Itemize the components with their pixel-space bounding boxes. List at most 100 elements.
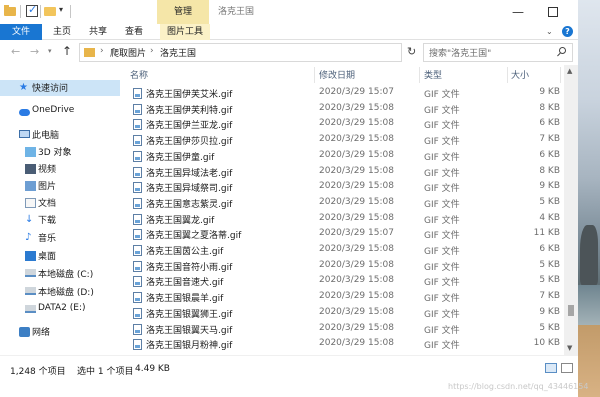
refresh-icon[interactable]: ↻ — [407, 45, 416, 58]
large-icons-view-icon[interactable] — [561, 363, 573, 373]
tab-picture-tools[interactable]: 图片工具 — [160, 24, 210, 40]
file-name: 洛克王国银月粉神.gif — [146, 341, 233, 352]
table-row[interactable]: 洛克王国伊芙艾米.gif 2020/3/29 15:07 GIF 文件 9 KB — [122, 86, 564, 102]
file-type: GIF 文件 — [424, 121, 460, 132]
network-icon — [19, 327, 30, 337]
table-row[interactable]: 洛克王国伊莎贝拉.gif 2020/3/29 15:08 GIF 文件 7 KB — [122, 133, 564, 149]
file-size: 9 KB — [539, 181, 560, 192]
column-divider[interactable] — [507, 67, 508, 83]
sidebar-item-3d-objects[interactable]: 3D 对象 — [0, 144, 120, 160]
scrollbar-thumb[interactable] — [568, 305, 574, 316]
sidebar-item-drive-d[interactable]: 本地磁盘 (D:) — [0, 284, 120, 300]
file-name: 洛克王国伊莎贝拉.gif — [146, 137, 233, 148]
column-header-size[interactable]: 大小 — [511, 68, 529, 84]
table-row[interactable]: 洛克王国伊芙利特.gif 2020/3/29 15:08 GIF 文件 8 KB — [122, 102, 564, 118]
address-bar[interactable]: › 爬取图片 › 洛克王国 ▾ — [79, 43, 457, 62]
column-divider[interactable] — [419, 67, 420, 83]
table-row[interactable]: 洛克王国银翼天马.gif 2020/3/29 15:08 GIF 文件 5 KB — [122, 322, 564, 338]
tab-home[interactable]: 主页 — [53, 24, 71, 40]
breadcrumb-chevron-icon[interactable]: › — [150, 46, 154, 56]
sidebar-item-desktop[interactable]: 桌面 — [0, 248, 120, 264]
table-row[interactable]: 洛克王国意志紫灵.gif 2020/3/29 15:08 GIF 文件 5 KB — [122, 196, 564, 212]
tab-file[interactable]: 文件 — [0, 24, 42, 40]
sidebar-item-label: DATA2 (E:) — [38, 303, 86, 313]
sidebar-item-drive-c[interactable]: 本地磁盘 (C:) — [0, 266, 120, 282]
file-name: 洛克王国银晨羊.gif — [146, 294, 224, 305]
file-size: 8 KB — [539, 165, 560, 176]
table-row[interactable]: 洛克王国异域祭司.gif 2020/3/29 15:08 GIF 文件 9 KB — [122, 180, 564, 196]
sidebar-item-network[interactable]: 网络 — [0, 324, 120, 340]
table-row[interactable]: 洛克王国伊童.gif 2020/3/29 15:08 GIF 文件 6 KB — [122, 149, 564, 165]
search-input[interactable]: 搜索"洛克王国" — [423, 43, 573, 62]
file-type: GIF 文件 — [424, 184, 460, 195]
file-date: 2020/3/29 15:08 — [319, 196, 394, 207]
sidebar-item-label: 音乐 — [38, 234, 57, 244]
sidebar-item-videos[interactable]: 视频 — [0, 161, 120, 177]
selection-size: 4.49 KB — [135, 364, 170, 374]
sidebar-item-drive-e[interactable]: DATA2 (E:) — [0, 302, 120, 318]
breadcrumb-segment[interactable]: 爬取图片 — [110, 46, 146, 59]
forward-arrow-icon[interactable]: → — [30, 45, 39, 58]
column-header-date[interactable]: 修改日期 — [319, 68, 355, 84]
column-divider[interactable] — [314, 67, 315, 83]
table-row[interactable]: 洛克王国伊兰亚龙.gif 2020/3/29 15:08 GIF 文件 6 KB — [122, 117, 564, 133]
file-size: 10 KB — [533, 338, 560, 349]
file-size: 11 KB — [533, 228, 560, 239]
vertical-scrollbar[interactable]: ▲ ▼ — [564, 65, 578, 355]
file-name: 洛克王国意志紫灵.gif — [146, 199, 233, 210]
new-folder-icon[interactable] — [44, 5, 56, 17]
file-size: 6 KB — [539, 244, 560, 254]
file-size: 5 KB — [539, 196, 560, 207]
minimize-button[interactable]: — — [501, 0, 535, 24]
back-arrow-icon[interactable]: ← — [11, 45, 20, 58]
file-name: 洛克王国伊兰亚龙.gif — [146, 121, 233, 132]
file-date: 2020/3/29 15:07 — [319, 87, 394, 97]
table-row[interactable]: 洛克王国银晨羊.gif 2020/3/29 15:08 GIF 文件 7 KB — [122, 290, 564, 306]
breadcrumb-segment[interactable]: 洛克王国 — [160, 46, 196, 59]
recent-locations-chevron-icon[interactable]: ▾ — [48, 47, 52, 55]
tab-share[interactable]: 共享 — [89, 24, 107, 40]
table-row[interactable]: 洛克王国银翼狮王.gif 2020/3/29 15:08 GIF 文件 9 KB — [122, 306, 564, 322]
column-header-name[interactable]: 名称 — [130, 68, 148, 84]
expand-ribbon-chevron-icon[interactable]: ⌄ — [546, 27, 553, 36]
sidebar-item-this-pc[interactable]: 此电脑 — [0, 127, 120, 143]
sidebar-item-music[interactable]: ♪ 音乐 — [0, 230, 120, 246]
manage-context-tab[interactable]: 管理 — [157, 0, 209, 24]
scroll-down-arrow-icon[interactable]: ▼ — [567, 344, 572, 352]
watermark-url: https://blog.csdn.net/qq_43446154 — [448, 382, 589, 391]
table-row[interactable]: 洛克王国音速犬.gif 2020/3/29 15:08 GIF 文件 5 KB — [122, 274, 564, 290]
sidebar-item-pictures[interactable]: 图片 — [0, 178, 120, 194]
sidebar-item-downloads[interactable]: ↓ 下载 — [0, 212, 120, 228]
up-arrow-icon[interactable]: ↑ — [62, 44, 72, 58]
gif-file-icon — [133, 323, 142, 335]
document-icon — [25, 198, 36, 208]
details-view-icon[interactable] — [545, 363, 557, 373]
tab-view[interactable]: 查看 — [125, 24, 143, 40]
maximize-icon — [548, 7, 558, 17]
column-header-type[interactable]: 类型 — [424, 68, 442, 84]
gif-file-icon — [133, 292, 142, 304]
table-row[interactable]: 洛克王国翼龙.gif 2020/3/29 15:08 GIF 文件 4 KB — [122, 212, 564, 228]
customize-quick-access-chevron-icon[interactable]: ▾ — [59, 5, 63, 14]
help-icon[interactable]: ? — [562, 26, 573, 37]
cube-icon — [25, 147, 36, 157]
file-date: 2020/3/29 15:08 — [319, 134, 394, 145]
table-row[interactable]: 洛克王国音符小雨.gif 2020/3/29 15:08 GIF 文件 5 KB — [122, 259, 564, 275]
maximize-button[interactable] — [536, 0, 570, 24]
column-divider[interactable] — [560, 67, 561, 83]
sidebar-item-documents[interactable]: 文档 — [0, 195, 120, 211]
scroll-up-arrow-icon[interactable]: ▲ — [567, 67, 572, 75]
file-type: GIF 文件 — [424, 199, 460, 210]
table-row[interactable]: 洛克王国异域法老.gif 2020/3/29 15:08 GIF 文件 8 KB — [122, 165, 564, 181]
breadcrumb-chevron-icon[interactable]: › — [100, 46, 104, 56]
table-row[interactable]: 洛克王国银月粉神.gif 2020/3/29 15:08 GIF 文件 10 KB — [122, 337, 564, 353]
sidebar-item-quick-access[interactable]: ★ 快速访问 — [0, 80, 120, 96]
table-row[interactable]: 洛克王国翼之夏洛蒂.gif 2020/3/29 15:07 GIF 文件 11 KB — [122, 227, 564, 243]
sidebar-item-onedrive[interactable]: OneDrive — [0, 104, 120, 120]
file-date: 2020/3/29 15:08 — [319, 244, 394, 254]
file-size: 4 KB — [539, 212, 560, 223]
gif-file-icon — [133, 339, 142, 351]
file-type: GIF 文件 — [424, 168, 460, 179]
properties-check-icon[interactable] — [26, 3, 38, 17]
table-row[interactable]: 洛克王国茵公主.gif 2020/3/29 15:08 GIF 文件 6 KB — [122, 243, 564, 259]
